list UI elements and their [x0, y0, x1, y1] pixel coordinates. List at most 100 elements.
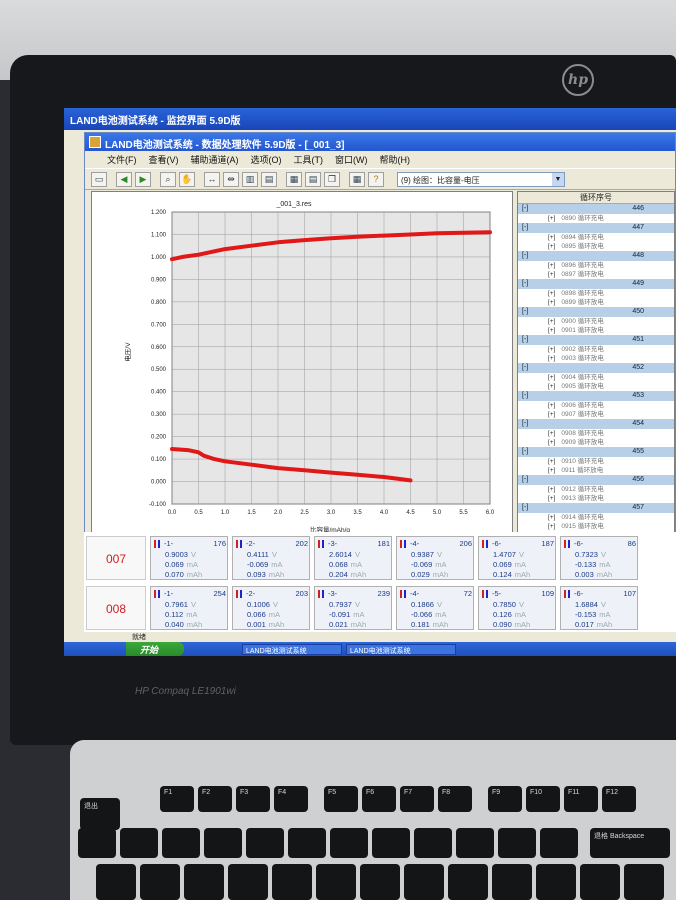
channel-cell[interactable]: -6- 187 1.4707 V 0.069 mA 0.124 mAh [478, 536, 556, 580]
cycle-step-row[interactable]: [+] 0900 循环充电 [518, 317, 674, 326]
expand-toggle[interactable]: [+] [548, 234, 555, 241]
expand-toggle[interactable]: [+] [548, 495, 555, 502]
key[interactable] [228, 864, 268, 900]
key[interactable] [162, 828, 200, 858]
expand-toggle[interactable]: [+] [548, 430, 555, 437]
cycle-step-row[interactable]: [+] 0901 循环放电 [518, 326, 674, 335]
collapse-toggle[interactable]: [-] [522, 475, 528, 485]
key[interactable] [140, 864, 180, 900]
expand-toggle[interactable]: [+] [548, 523, 555, 530]
key[interactable] [272, 864, 312, 900]
key[interactable] [246, 828, 284, 858]
expand-toggle[interactable]: [+] [548, 215, 555, 222]
cycle-list[interactable]: 循环序号 [-] 446 [+] 0890 循环充电 [-] 447 [+] 0894 循环充… [517, 191, 675, 543]
expand-toggle[interactable]: [+] [548, 290, 555, 297]
channel-cell[interactable]: -2- 203 0.1006 V 0.066 mA 0.001 mAh [232, 586, 310, 630]
key-backspace[interactable]: 退格 Backspace [590, 828, 670, 858]
cycle-step-row[interactable]: [+] 0890 循环充电 [518, 214, 674, 223]
expand-toggle[interactable]: [+] [548, 514, 555, 521]
collapse-toggle[interactable]: [-] [522, 335, 528, 345]
menu-aux-channel[interactable]: 辅助通道(A) [191, 153, 239, 167]
menu-window[interactable]: 窗口(W) [335, 153, 368, 167]
cycle-step-row[interactable]: [+] 0913 循环放电 [518, 494, 674, 503]
key[interactable] [120, 828, 158, 858]
cycle-step-row[interactable]: [+] 0897 循环放电 [518, 270, 674, 279]
cycle-group-row[interactable]: [-] 453 [518, 391, 674, 401]
key[interactable] [316, 864, 356, 900]
cycle-step-row[interactable]: [+] 0912 循环充电 [518, 485, 674, 494]
collapse-toggle[interactable]: [-] [522, 223, 528, 233]
expand-toggle[interactable]: [+] [548, 383, 555, 390]
key-f5[interactable]: F5 [324, 786, 358, 812]
collapse-toggle[interactable]: [-] [522, 204, 528, 214]
expand-toggle[interactable]: [+] [548, 355, 555, 362]
expand-toggle[interactable]: [+] [548, 271, 555, 278]
collapse-toggle[interactable]: [-] [522, 251, 528, 261]
menu-view[interactable]: 查看(V) [149, 153, 179, 167]
key[interactable] [288, 828, 326, 858]
channel-cell[interactable]: -4- 72 0.1866 V -0.066 mA 0.181 mAh [396, 586, 474, 630]
collapse-toggle[interactable]: [-] [522, 447, 528, 457]
cycle-group-row[interactable]: [-] 449 [518, 279, 674, 289]
key[interactable] [330, 828, 368, 858]
channel-cell[interactable]: -6- 107 1.6884 V -0.153 mA 0.017 mAh [560, 586, 638, 630]
expand-toggle[interactable]: [+] [548, 439, 555, 446]
cycle-step-row[interactable]: [+] 0911 循环放电 [518, 466, 674, 475]
channel-cell[interactable]: -3- 181 2.6014 V 0.068 mA 0.204 mAh [314, 536, 392, 580]
cycle-step-row[interactable]: [+] 0905 循环放电 [518, 382, 674, 391]
layout-icon[interactable]: ▦ [349, 171, 365, 187]
menu-file[interactable]: 文件(F) [107, 153, 137, 167]
key[interactable] [456, 828, 494, 858]
channel-cell[interactable]: -1- 254 0.7961 V 0.112 mA 0.040 mAh [150, 586, 228, 630]
channel-cell[interactable]: -6- 86 0.7323 V -0.133 mA 0.003 mAh [560, 536, 638, 580]
key[interactable] [492, 864, 532, 900]
key[interactable] [414, 828, 452, 858]
cycle-step-row[interactable]: [+] 0896 循环充电 [518, 261, 674, 270]
collapse-toggle[interactable]: [-] [522, 363, 528, 373]
cycle-step-row[interactable]: [+] 0908 循环充电 [518, 429, 674, 438]
cycle-group-row[interactable]: [-] 454 [518, 419, 674, 429]
key-f7[interactable]: F7 [400, 786, 434, 812]
key[interactable] [404, 864, 444, 900]
expand-toggle[interactable]: [+] [548, 299, 555, 306]
expand-toggle[interactable]: [+] [548, 327, 555, 334]
key-f11[interactable]: F11 [564, 786, 598, 812]
plot-type-select[interactable]: (9) 绘图：比容量-电压 ▼ [397, 171, 565, 187]
collapse-toggle[interactable]: [-] [522, 279, 528, 289]
shrink-x-icon[interactable]: ⇹ [223, 171, 239, 187]
chevron-down-icon[interactable]: ▼ [552, 172, 564, 186]
cycle-step-row[interactable]: [+] 0915 循环放电 [518, 522, 674, 531]
key-退出[interactable]: 退出 [80, 798, 120, 830]
menu-help[interactable]: 帮助(H) [380, 153, 411, 167]
cycle-step-row[interactable]: [+] 0895 循环放电 [518, 242, 674, 251]
channel-cell[interactable]: -3- 239 0.7937 V -0.091 mA 0.021 mAh [314, 586, 392, 630]
start-button[interactable]: 开始 [126, 642, 184, 656]
back-arrow-icon[interactable]: ◀ [116, 171, 132, 187]
collapse-toggle[interactable]: [-] [522, 419, 528, 429]
cycle-group-row[interactable]: [-] 448 [518, 251, 674, 261]
cycle-group-row[interactable]: [-] 446 [518, 204, 674, 214]
collapse-toggle[interactable]: [-] [522, 391, 528, 401]
cycle-group-row[interactable]: [-] 455 [518, 447, 674, 457]
key-f6[interactable]: F6 [362, 786, 396, 812]
cycle-step-row[interactable]: [+] 0894 循环充电 [518, 233, 674, 242]
cycle-group-row[interactable]: [-] 456 [518, 475, 674, 485]
cycle-group-row[interactable]: [-] 452 [518, 363, 674, 373]
key[interactable] [372, 828, 410, 858]
key[interactable] [540, 828, 578, 858]
collapse-toggle[interactable]: [-] [522, 307, 528, 317]
cycle-step-row[interactable]: [+] 0904 循环充电 [518, 373, 674, 382]
expand-toggle[interactable]: [+] [548, 402, 555, 409]
cycle-group-row[interactable]: [-] 451 [518, 335, 674, 345]
cycle-step-row[interactable]: [+] 0903 循环放电 [518, 354, 674, 363]
copy-icon[interactable]: ❐ [324, 171, 340, 187]
key-f3[interactable]: F3 [236, 786, 270, 812]
channel-cell[interactable]: -5- 109 0.7850 V 0.126 mA 0.090 mAh [478, 586, 556, 630]
expand-toggle[interactable]: [+] [548, 374, 555, 381]
key[interactable] [624, 864, 664, 900]
cycle-step-row[interactable]: [+] 0910 循环充电 [518, 457, 674, 466]
cycle-step-row[interactable]: [+] 0898 循环充电 [518, 289, 674, 298]
expand-toggle[interactable]: [+] [548, 346, 555, 353]
key-f1[interactable]: F1 [160, 786, 194, 812]
expand-toggle[interactable]: [+] [548, 262, 555, 269]
